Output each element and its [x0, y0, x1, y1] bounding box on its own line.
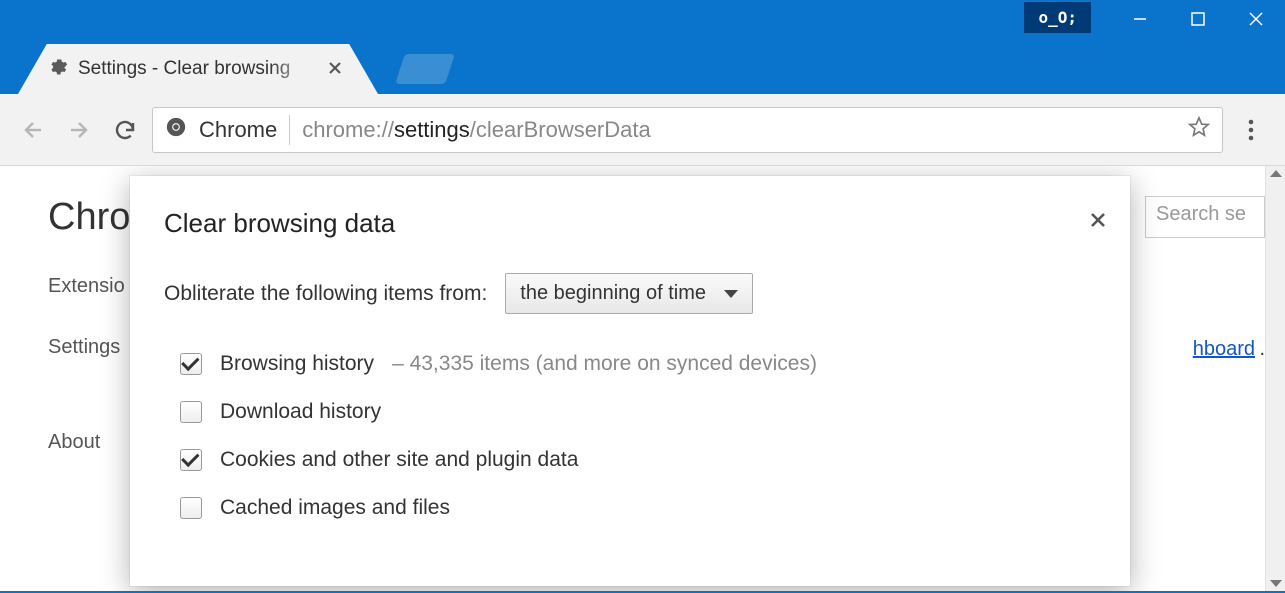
separator: [289, 115, 290, 145]
toolbar: Chrome chrome://settings/clearBrowserDat…: [0, 94, 1285, 166]
kebab-icon: [1248, 119, 1254, 141]
option-label: Browsing history: [220, 352, 374, 376]
option-download-history[interactable]: Download history: [164, 388, 1096, 436]
checkbox-download-history[interactable]: [180, 401, 202, 423]
checkbox-cookies[interactable]: [180, 449, 202, 471]
option-label: Download history: [220, 400, 381, 424]
time-range-value: the beginning of time: [520, 282, 706, 305]
option-detail: – 43,335 items (and more on synced devic…: [392, 352, 817, 376]
tab-close-button[interactable]: [328, 59, 342, 80]
tab-content: Settings - Clear browsing: [18, 44, 378, 94]
reload-icon: [113, 118, 137, 142]
tab-title: Settings - Clear browsing: [78, 58, 318, 80]
reload-button[interactable]: [106, 111, 144, 149]
url-prefix: chrome://: [302, 117, 394, 142]
tab-strip: Settings - Clear browsing: [0, 44, 1285, 94]
url-path: /clearBrowserData: [470, 117, 651, 142]
arrow-left-icon: [21, 118, 45, 142]
minimize-icon: [1132, 11, 1148, 27]
clear-browsing-data-dialog: Clear browsing data Obliterate the follo…: [130, 176, 1130, 586]
browser-tab[interactable]: Settings - Clear browsing: [18, 44, 378, 94]
scroll-up-arrow-icon[interactable]: [1270, 170, 1282, 177]
scroll-down-arrow-icon[interactable]: [1270, 580, 1282, 587]
chrome-icon: [165, 116, 187, 144]
close-icon: [1090, 212, 1106, 228]
maximize-button[interactable]: [1169, 0, 1227, 38]
option-browsing-history[interactable]: Browsing history – 43,335 items (and mor…: [164, 340, 1096, 388]
url-scheme-label: Chrome: [199, 117, 277, 143]
link-text: hboard: [1193, 338, 1255, 360]
close-icon: [1248, 11, 1264, 27]
forward-button[interactable]: [60, 111, 98, 149]
dashboard-link[interactable]: hboard: [1193, 338, 1255, 361]
bookmark-button[interactable]: [1188, 116, 1210, 144]
option-label: Cached images and files: [220, 496, 450, 520]
minimize-button[interactable]: [1111, 0, 1169, 38]
chrome-menu-button[interactable]: [1231, 110, 1271, 150]
dialog-title: Clear browsing data: [164, 208, 1096, 239]
time-range-row: Obliterate the following items from: the…: [164, 273, 1096, 314]
extension-badge[interactable]: o_O;: [1024, 2, 1091, 33]
url-host: settings: [394, 117, 470, 142]
close-window-button[interactable]: [1227, 0, 1285, 38]
obliterate-label: Obliterate the following items from:: [164, 282, 487, 306]
settings-search-input[interactable]: Search se: [1145, 196, 1265, 238]
vertical-scrollbar[interactable]: [1265, 166, 1285, 591]
gear-icon: [48, 57, 68, 82]
option-cached-images[interactable]: Cached images and files: [164, 484, 1096, 532]
new-tab-button[interactable]: [395, 54, 455, 84]
checkbox-cached-images[interactable]: [180, 497, 202, 519]
checkbox-browsing-history[interactable]: [180, 353, 202, 375]
option-label: Cookies and other site and plugin data: [220, 448, 578, 472]
option-cookies[interactable]: Cookies and other site and plugin data: [164, 436, 1096, 484]
dialog-close-button[interactable]: [1090, 208, 1106, 234]
back-button[interactable]: [14, 111, 52, 149]
address-bar[interactable]: Chrome chrome://settings/clearBrowserDat…: [152, 107, 1223, 153]
chevron-down-icon: [724, 290, 738, 298]
arrow-right-icon: [67, 118, 91, 142]
window-controls: [1111, 0, 1285, 38]
url-text: chrome://settings/clearBrowserData: [302, 117, 650, 143]
time-range-select[interactable]: the beginning of time: [505, 273, 753, 314]
close-icon: [328, 61, 342, 75]
page-content: Chro Extensio Settings About Search se h…: [0, 166, 1265, 591]
window-titlebar: o_O;: [0, 0, 1285, 44]
star-icon: [1188, 116, 1210, 138]
maximize-icon: [1191, 12, 1205, 26]
